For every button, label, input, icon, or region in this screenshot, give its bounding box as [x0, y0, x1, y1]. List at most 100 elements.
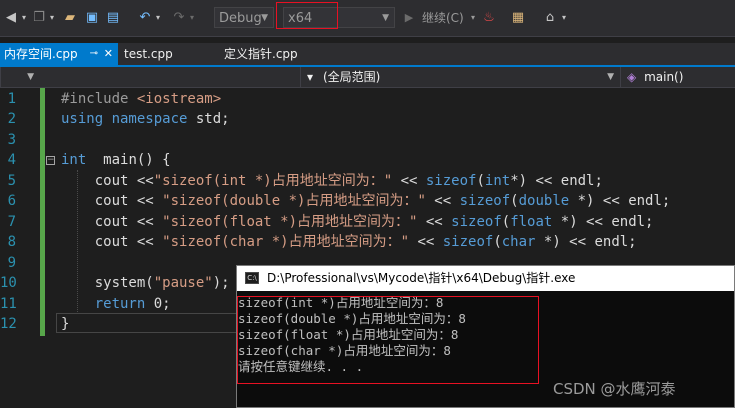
line-number: 3	[7, 132, 16, 148]
code-token: sizeof	[442, 234, 494, 250]
tab-label: test.cpp	[124, 47, 173, 61]
code-line[interactable]: }	[61, 314, 69, 334]
watermark: CSDN @水鹰河泰	[553, 380, 676, 398]
configuration-dropdown[interactable]: Debug ▼	[214, 7, 274, 28]
project-dropdown[interactable]: ▼	[0, 67, 38, 87]
code-token: (	[493, 234, 502, 250]
new-project-icon[interactable]: ❐	[32, 9, 46, 27]
code-token: sizeof	[451, 214, 502, 230]
code-line[interactable]: int main() {	[61, 150, 171, 170]
pin-icon[interactable]: ⊸	[90, 43, 98, 65]
tab-label: 定义指针.cpp	[224, 47, 298, 61]
code-line[interactable]: using namespace std;	[61, 109, 230, 129]
code-token: "sizeof(char *)占用地址空间为："	[162, 234, 410, 250]
code-token: cout <<	[61, 234, 163, 250]
line-number: 1	[7, 91, 16, 107]
line-number: 4	[7, 152, 16, 168]
play-icon[interactable]: ▶	[403, 9, 415, 27]
scope-icon: ▾	[307, 70, 314, 84]
code-line[interactable]: return 0;	[61, 294, 171, 314]
code-token: int	[61, 152, 87, 168]
collapse-icon[interactable]: −	[46, 156, 55, 165]
line-number: 10	[0, 275, 17, 291]
navigation-bar: ▼ ▾ (全局范围) ▼ ◈ main()	[0, 67, 735, 88]
code-token: (	[476, 173, 485, 189]
output-highlight-box	[237, 296, 539, 384]
line-number: 2	[7, 111, 16, 127]
platform-highlight-box	[276, 2, 338, 29]
function-icon: ◈	[627, 70, 637, 84]
code-token: int	[484, 173, 511, 189]
tab-label: 内存空间.cpp	[4, 47, 78, 61]
tab-memory-space[interactable]: 内存空间.cpp ⊸ ✕	[0, 43, 118, 65]
code-token: cout <<	[61, 193, 163, 209]
code-token: "sizeof(float *)占用地址空间为："	[162, 214, 418, 230]
scope-dropdown[interactable]: ▾ (全局范围) ▼	[300, 67, 618, 87]
code-token: "pause"	[153, 275, 213, 291]
line-number: 8	[7, 234, 16, 250]
open-file-icon[interactable]: ▰	[62, 9, 78, 27]
code-token: *) << endl;	[569, 193, 671, 209]
line-number: 6	[7, 193, 16, 209]
code-token: system(	[61, 275, 154, 291]
chevron-down-icon: ▼	[261, 13, 268, 23]
code-token: sizeof	[425, 173, 477, 189]
code-token: using namespace	[61, 111, 188, 127]
line-number: 5	[7, 173, 16, 189]
continue-button[interactable]: 继续(C)	[422, 9, 464, 26]
close-icon[interactable]: ✕	[104, 43, 113, 65]
code-token: #include	[61, 91, 137, 107]
code-line[interactable]: cout << "sizeof(double *)占用地址空间为：" << si…	[61, 191, 671, 211]
code-token: "sizeof(double *)占用地址空间为："	[162, 193, 426, 209]
line-number: 12	[0, 316, 17, 332]
save-icon[interactable]: ▣	[85, 9, 99, 27]
code-token: <<	[425, 193, 460, 209]
tab-define-pointer[interactable]: 定义指针.cpp	[220, 43, 330, 65]
redo-icon[interactable]: ↷	[172, 9, 186, 27]
configuration-value: Debug	[219, 11, 262, 26]
chevron-down-icon[interactable]: ▾	[20, 9, 28, 27]
console-title: D:\Professional\vs\Mycode\指针\x64\Debug\指…	[267, 271, 576, 285]
line-number-gutter: 1 2 3 4 5 6 7 8 9 10 11 12	[0, 88, 38, 408]
code-token: *) << endl;	[552, 214, 654, 230]
code-token: float	[510, 214, 553, 230]
line-number: 9	[7, 255, 16, 271]
code-token: (	[501, 214, 511, 230]
code-line[interactable]: cout << "sizeof(float *)占用地址空间为：" << siz…	[61, 212, 654, 232]
back-icon[interactable]: ◀	[4, 9, 18, 27]
code-token: *) << endl;	[510, 173, 603, 189]
line-number: 11	[0, 296, 17, 312]
code-token: sizeof	[459, 193, 511, 209]
code-token: }	[61, 316, 70, 332]
screenshot-icon[interactable]: ⌂	[542, 9, 558, 27]
code-line[interactable]: #include <iostream>	[61, 89, 221, 109]
toolbar: ◀ ▾ ❐ ▾ ▰ ▣ ▤ ↶ ▾ ↷ ▾ Debug ▼ x64 ▼ ▶ 继续…	[0, 0, 735, 37]
tab-test[interactable]: test.cpp	[120, 43, 215, 65]
chevron-down-icon[interactable]: ▾	[48, 9, 56, 27]
code-token: 0;	[145, 296, 171, 312]
chevron-down-icon[interactable]: ▾	[469, 9, 477, 27]
hot-reload-icon[interactable]: ♨	[482, 9, 496, 27]
code-token: double	[518, 193, 570, 209]
chevron-down-icon: ▼	[382, 13, 389, 23]
chevron-down-icon[interactable]: ▾	[188, 9, 196, 27]
document-tabs: 内存空间.cpp ⊸ ✕ test.cpp 定义指针.cpp	[0, 43, 735, 65]
code-token: "sizeof(int *)占用地址空间为："	[153, 173, 393, 189]
chevron-down-icon[interactable]: ▾	[154, 9, 162, 27]
undo-icon[interactable]: ↶	[138, 9, 152, 27]
solution-explorer-icon[interactable]: ▦	[510, 9, 526, 27]
console-title-bar[interactable]: C:\ D:\Professional\vs\Mycode\指针\x64\Deb…	[237, 266, 734, 291]
code-token: std;	[187, 111, 230, 127]
code-line[interactable]: cout << "sizeof(char *)占用地址空间为：" << size…	[61, 232, 637, 252]
code-token: char	[501, 234, 536, 250]
code-token: );	[212, 275, 230, 291]
scope-value: (全局范围)	[323, 70, 381, 84]
code-token: <<	[392, 173, 426, 189]
function-dropdown[interactable]: ◈ main()	[620, 67, 735, 87]
code-line[interactable]: cout <<"sizeof(int *)占用地址空间为：" << sizeof…	[61, 171, 603, 191]
change-tracking-bar	[40, 88, 45, 336]
chevron-down-icon[interactable]: ▾	[560, 9, 568, 27]
save-all-icon[interactable]: ▤	[105, 9, 121, 27]
code-line[interactable]: system("pause");	[61, 273, 230, 293]
